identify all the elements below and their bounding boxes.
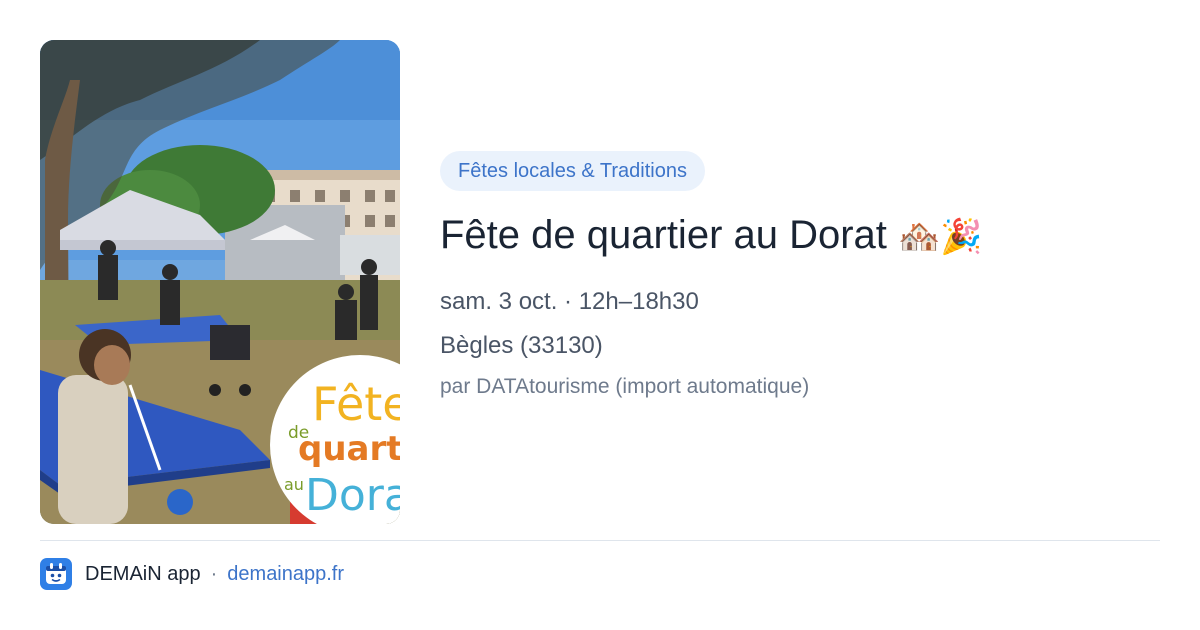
event-photo: Fête de quartier au Dorat [40, 40, 400, 524]
category-chip[interactable]: Fêtes locales & Traditions [440, 151, 705, 191]
app-name: DEMAiN app [85, 562, 201, 585]
footer: DEMAiN app · demainapp.fr [40, 558, 344, 590]
event-date: sam. 3 oct. · 12h–18h30 [440, 288, 699, 315]
site-link[interactable]: demainapp.fr [227, 563, 344, 586]
event-author: par DATAtourisme (import automatique) [440, 375, 810, 398]
event-photo-illustration: Fête de quartier au Dorat [40, 40, 400, 524]
event-title: Fête de quartier au Dorat 🏘️🎉 [440, 211, 1160, 261]
event-title-emoji: 🏘️🎉 [898, 217, 983, 257]
overlay-fete: Fête [312, 377, 400, 431]
event-title-text: Fête de quartier au Dorat [440, 213, 887, 257]
calendar-face-icon [40, 558, 72, 590]
overlay-quartier: quartier [298, 429, 400, 469]
footer-separator: · [210, 562, 218, 585]
event-city: Bègles (33130) [440, 332, 603, 359]
footer-divider [40, 540, 1160, 541]
overlay-au: au [284, 475, 304, 494]
overlay-dorat: Dorat [305, 470, 400, 521]
event-details: Fêtes locales & Traditions Fête de quart… [440, 151, 1160, 401]
